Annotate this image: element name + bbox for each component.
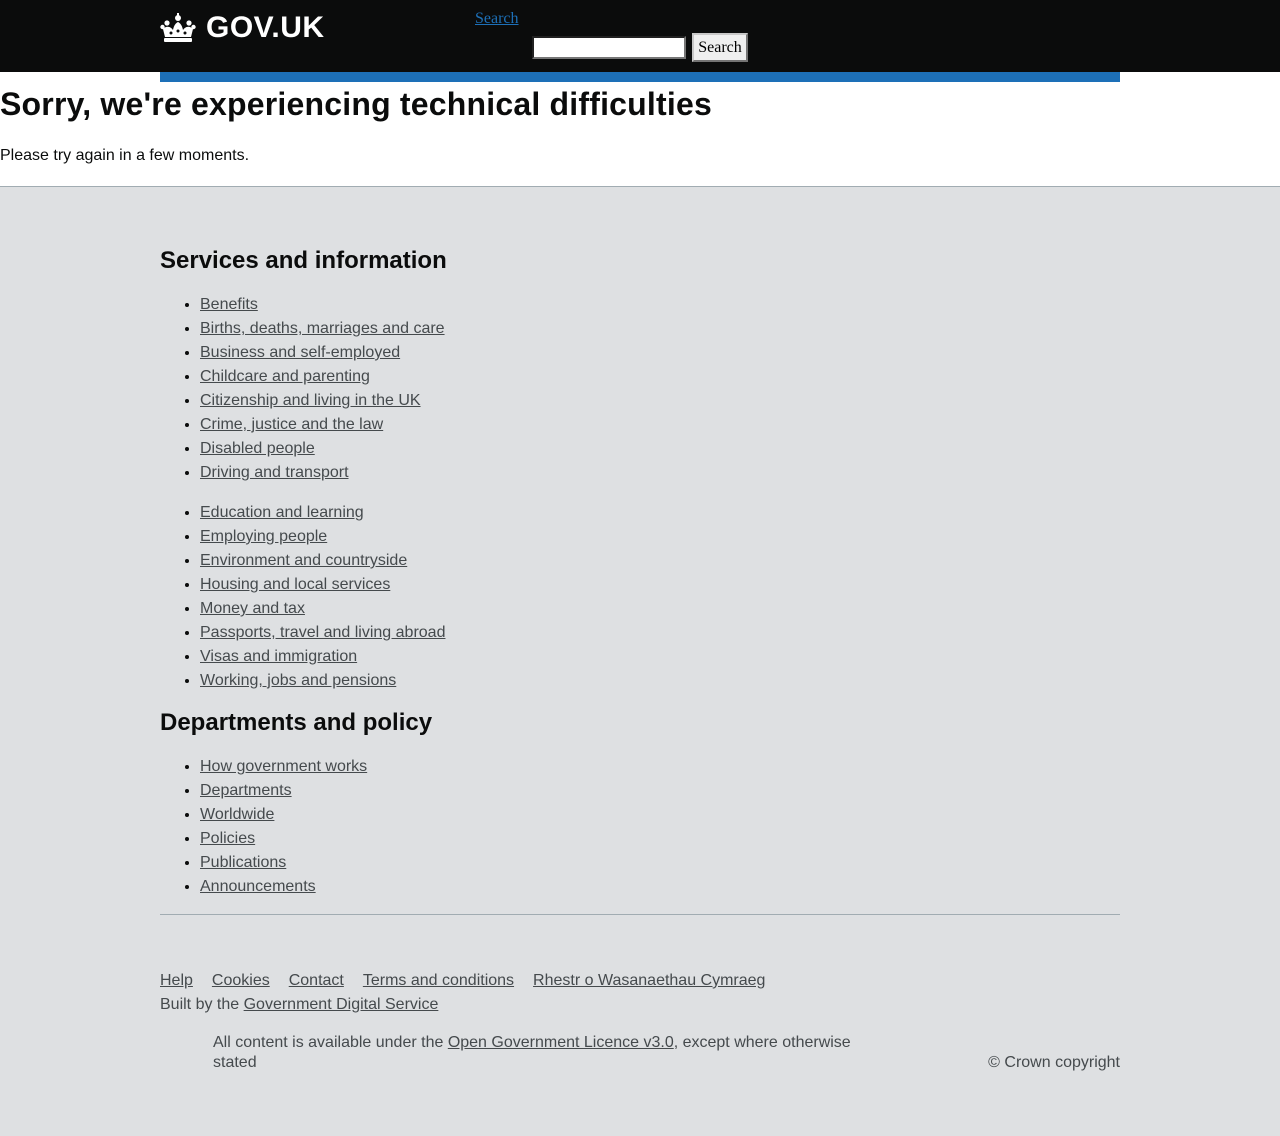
list-item: Housing and local services xyxy=(200,573,445,597)
list-item: Visas and immigration xyxy=(200,645,445,669)
list-item: Announcements xyxy=(200,875,367,899)
licence-prefix: All content is available under the xyxy=(213,1034,448,1051)
list-item: Money and tax xyxy=(200,597,445,621)
contact-link[interactable]: Contact xyxy=(289,972,344,990)
built-by: Built by the Government Digital Service xyxy=(160,993,438,1017)
services-link[interactable]: Working, jobs and pensions xyxy=(200,672,396,689)
list-item: Worldwide xyxy=(200,803,367,827)
help-link[interactable]: Help xyxy=(160,972,193,990)
services-link[interactable]: Benefits xyxy=(200,296,258,313)
list-item: How government works xyxy=(200,755,367,779)
list-item: Crime, justice and the law xyxy=(200,413,445,437)
services-link[interactable]: Childcare and parenting xyxy=(200,368,370,385)
list-item: Benefits xyxy=(200,293,445,317)
departments-link[interactable]: Departments xyxy=(200,782,292,799)
services-link[interactable]: Passports, travel and living abroad xyxy=(200,624,445,641)
footer-divider xyxy=(160,914,1120,915)
list-item: Childcare and parenting xyxy=(200,365,445,389)
services-link[interactable]: Citizenship and living in the UK xyxy=(200,392,421,409)
site-header: GOV.UK Search Search xyxy=(0,0,1280,72)
departments-heading: Departments and policy xyxy=(160,709,433,736)
departments-link[interactable]: Publications xyxy=(200,854,286,871)
services-link[interactable]: Visas and immigration xyxy=(200,648,357,665)
welsh-services-link[interactable]: Rhestr o Wasanaethau Cymraeg xyxy=(533,972,765,990)
ogl-link[interactable]: Open Government Licence v3.0 xyxy=(448,1034,674,1051)
services-link[interactable]: Driving and transport xyxy=(200,464,349,481)
header-blue-bar xyxy=(160,72,1120,82)
list-item: Births, deaths, marriages and care xyxy=(200,317,445,341)
services-list-2: Education and learning Employing people … xyxy=(160,501,445,693)
services-heading: Services and information xyxy=(160,247,447,274)
list-item: Departments xyxy=(200,779,367,803)
list-item: Education and learning xyxy=(200,501,445,525)
list-item: Environment and countryside xyxy=(200,549,445,573)
services-list-1: Benefits Births, deaths, marriages and c… xyxy=(160,293,445,485)
govuk-logo-link[interactable]: GOV.UK xyxy=(160,10,325,46)
search-input[interactable] xyxy=(532,36,686,59)
crown-icon xyxy=(160,13,196,43)
built-by-prefix: Built by the xyxy=(160,996,244,1013)
site-footer: Services and information Benefits Births… xyxy=(0,186,1280,1136)
services-link[interactable]: Housing and local services xyxy=(200,576,390,593)
list-item: Working, jobs and pensions xyxy=(200,669,445,693)
departments-link[interactable]: How government works xyxy=(200,758,367,775)
error-message: Please try again in a few moments. xyxy=(0,147,250,164)
list-item: Disabled people xyxy=(200,437,445,461)
list-item: Business and self-employed xyxy=(200,341,445,365)
licence-text: All content is available under the Open … xyxy=(213,1033,873,1073)
services-link[interactable]: Business and self-employed xyxy=(200,344,400,361)
list-item: Policies xyxy=(200,827,367,851)
list-item: Driving and transport xyxy=(200,461,445,485)
gds-link[interactable]: Government Digital Service xyxy=(244,996,439,1013)
services-link[interactable]: Crime, justice and the law xyxy=(200,416,383,433)
search-button[interactable]: Search xyxy=(692,33,748,62)
services-link[interactable]: Money and tax xyxy=(200,600,305,617)
logo-text: GOV.UK xyxy=(206,11,325,44)
services-link[interactable]: Births, deaths, marriages and care xyxy=(200,320,445,337)
crown-copyright-link[interactable]: © Crown copyright xyxy=(988,1053,1120,1073)
terms-link[interactable]: Terms and conditions xyxy=(363,972,514,990)
departments-link[interactable]: Policies xyxy=(200,830,255,847)
departments-link[interactable]: Announcements xyxy=(200,878,316,895)
list-item: Passports, travel and living abroad xyxy=(200,621,445,645)
footer-meta-links: Help Cookies Contact Terms and condition… xyxy=(160,969,784,993)
page-title: Sorry, we're experiencing technical diff… xyxy=(0,86,712,122)
list-item: Citizenship and living in the UK xyxy=(200,389,445,413)
services-link[interactable]: Education and learning xyxy=(200,504,364,521)
services-link[interactable]: Environment and countryside xyxy=(200,552,407,569)
search-link[interactable]: Search xyxy=(475,10,519,28)
cookies-link[interactable]: Cookies xyxy=(212,972,270,990)
list-item: Publications xyxy=(200,851,367,875)
departments-link[interactable]: Worldwide xyxy=(200,806,274,823)
list-item: Employing people xyxy=(200,525,445,549)
services-link[interactable]: Employing people xyxy=(200,528,327,545)
services-link[interactable]: Disabled people xyxy=(200,440,315,457)
departments-list: How government works Departments Worldwi… xyxy=(160,755,367,899)
